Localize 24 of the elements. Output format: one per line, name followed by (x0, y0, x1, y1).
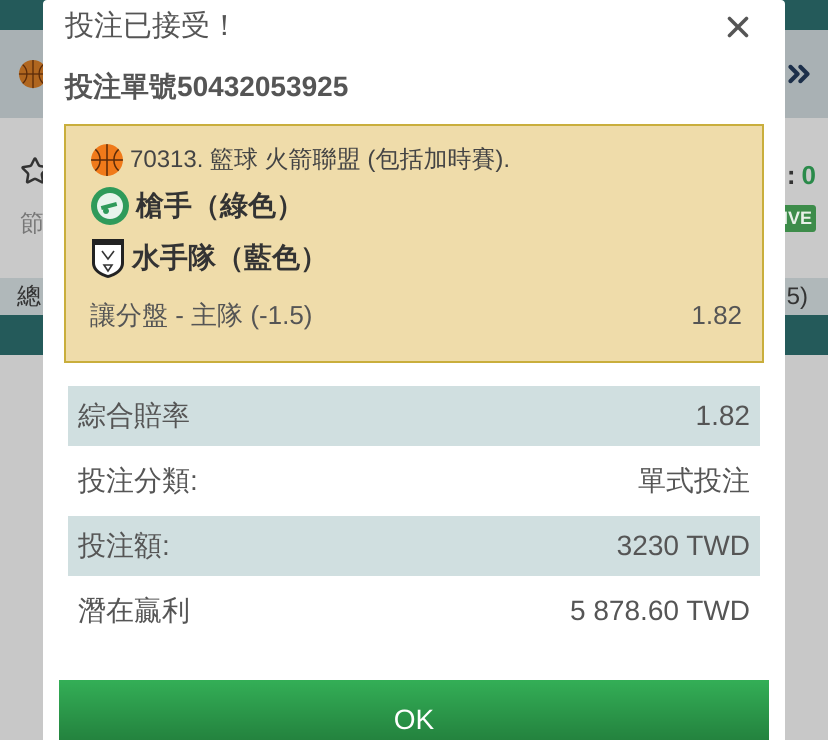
league-text: 70313. 籃球 火箭聯盟 (包括加時賽). (130, 145, 510, 175)
basketball-icon (90, 143, 124, 177)
summary-label: 投注分類: (78, 464, 198, 498)
ok-button[interactable]: OK (59, 680, 769, 740)
summary-label: 潛在贏利 (78, 594, 190, 628)
bet-number: 投注單號50432053925 (65, 70, 348, 104)
summary-label: 投注額: (78, 529, 170, 563)
market-text: 讓分盤 - 主隊 (-1.5) (90, 298, 312, 332)
category-label: 節 (20, 209, 45, 239)
total-label: 總 (17, 282, 41, 312)
dialog-title: 投注已接受！ (65, 9, 239, 44)
score: 0 (802, 159, 816, 192)
team-logo-icon (90, 237, 126, 279)
score-separator: : (786, 159, 796, 192)
odds-value: 1.82 (691, 298, 742, 332)
team-logo-icon (90, 186, 130, 226)
team-name: 水手隊（藍色） (132, 241, 328, 275)
summary-value: 1.82 (696, 399, 750, 433)
line-value: 5) (786, 282, 808, 312)
summary-value: 5 878.60 TWD (570, 594, 750, 628)
summary-value: 單式投注 (638, 464, 750, 498)
team-name: 槍手（綠色） (136, 189, 304, 223)
summary-label: 綜合賠率 (78, 399, 190, 433)
summary-value: 3230 TWD (616, 529, 750, 563)
